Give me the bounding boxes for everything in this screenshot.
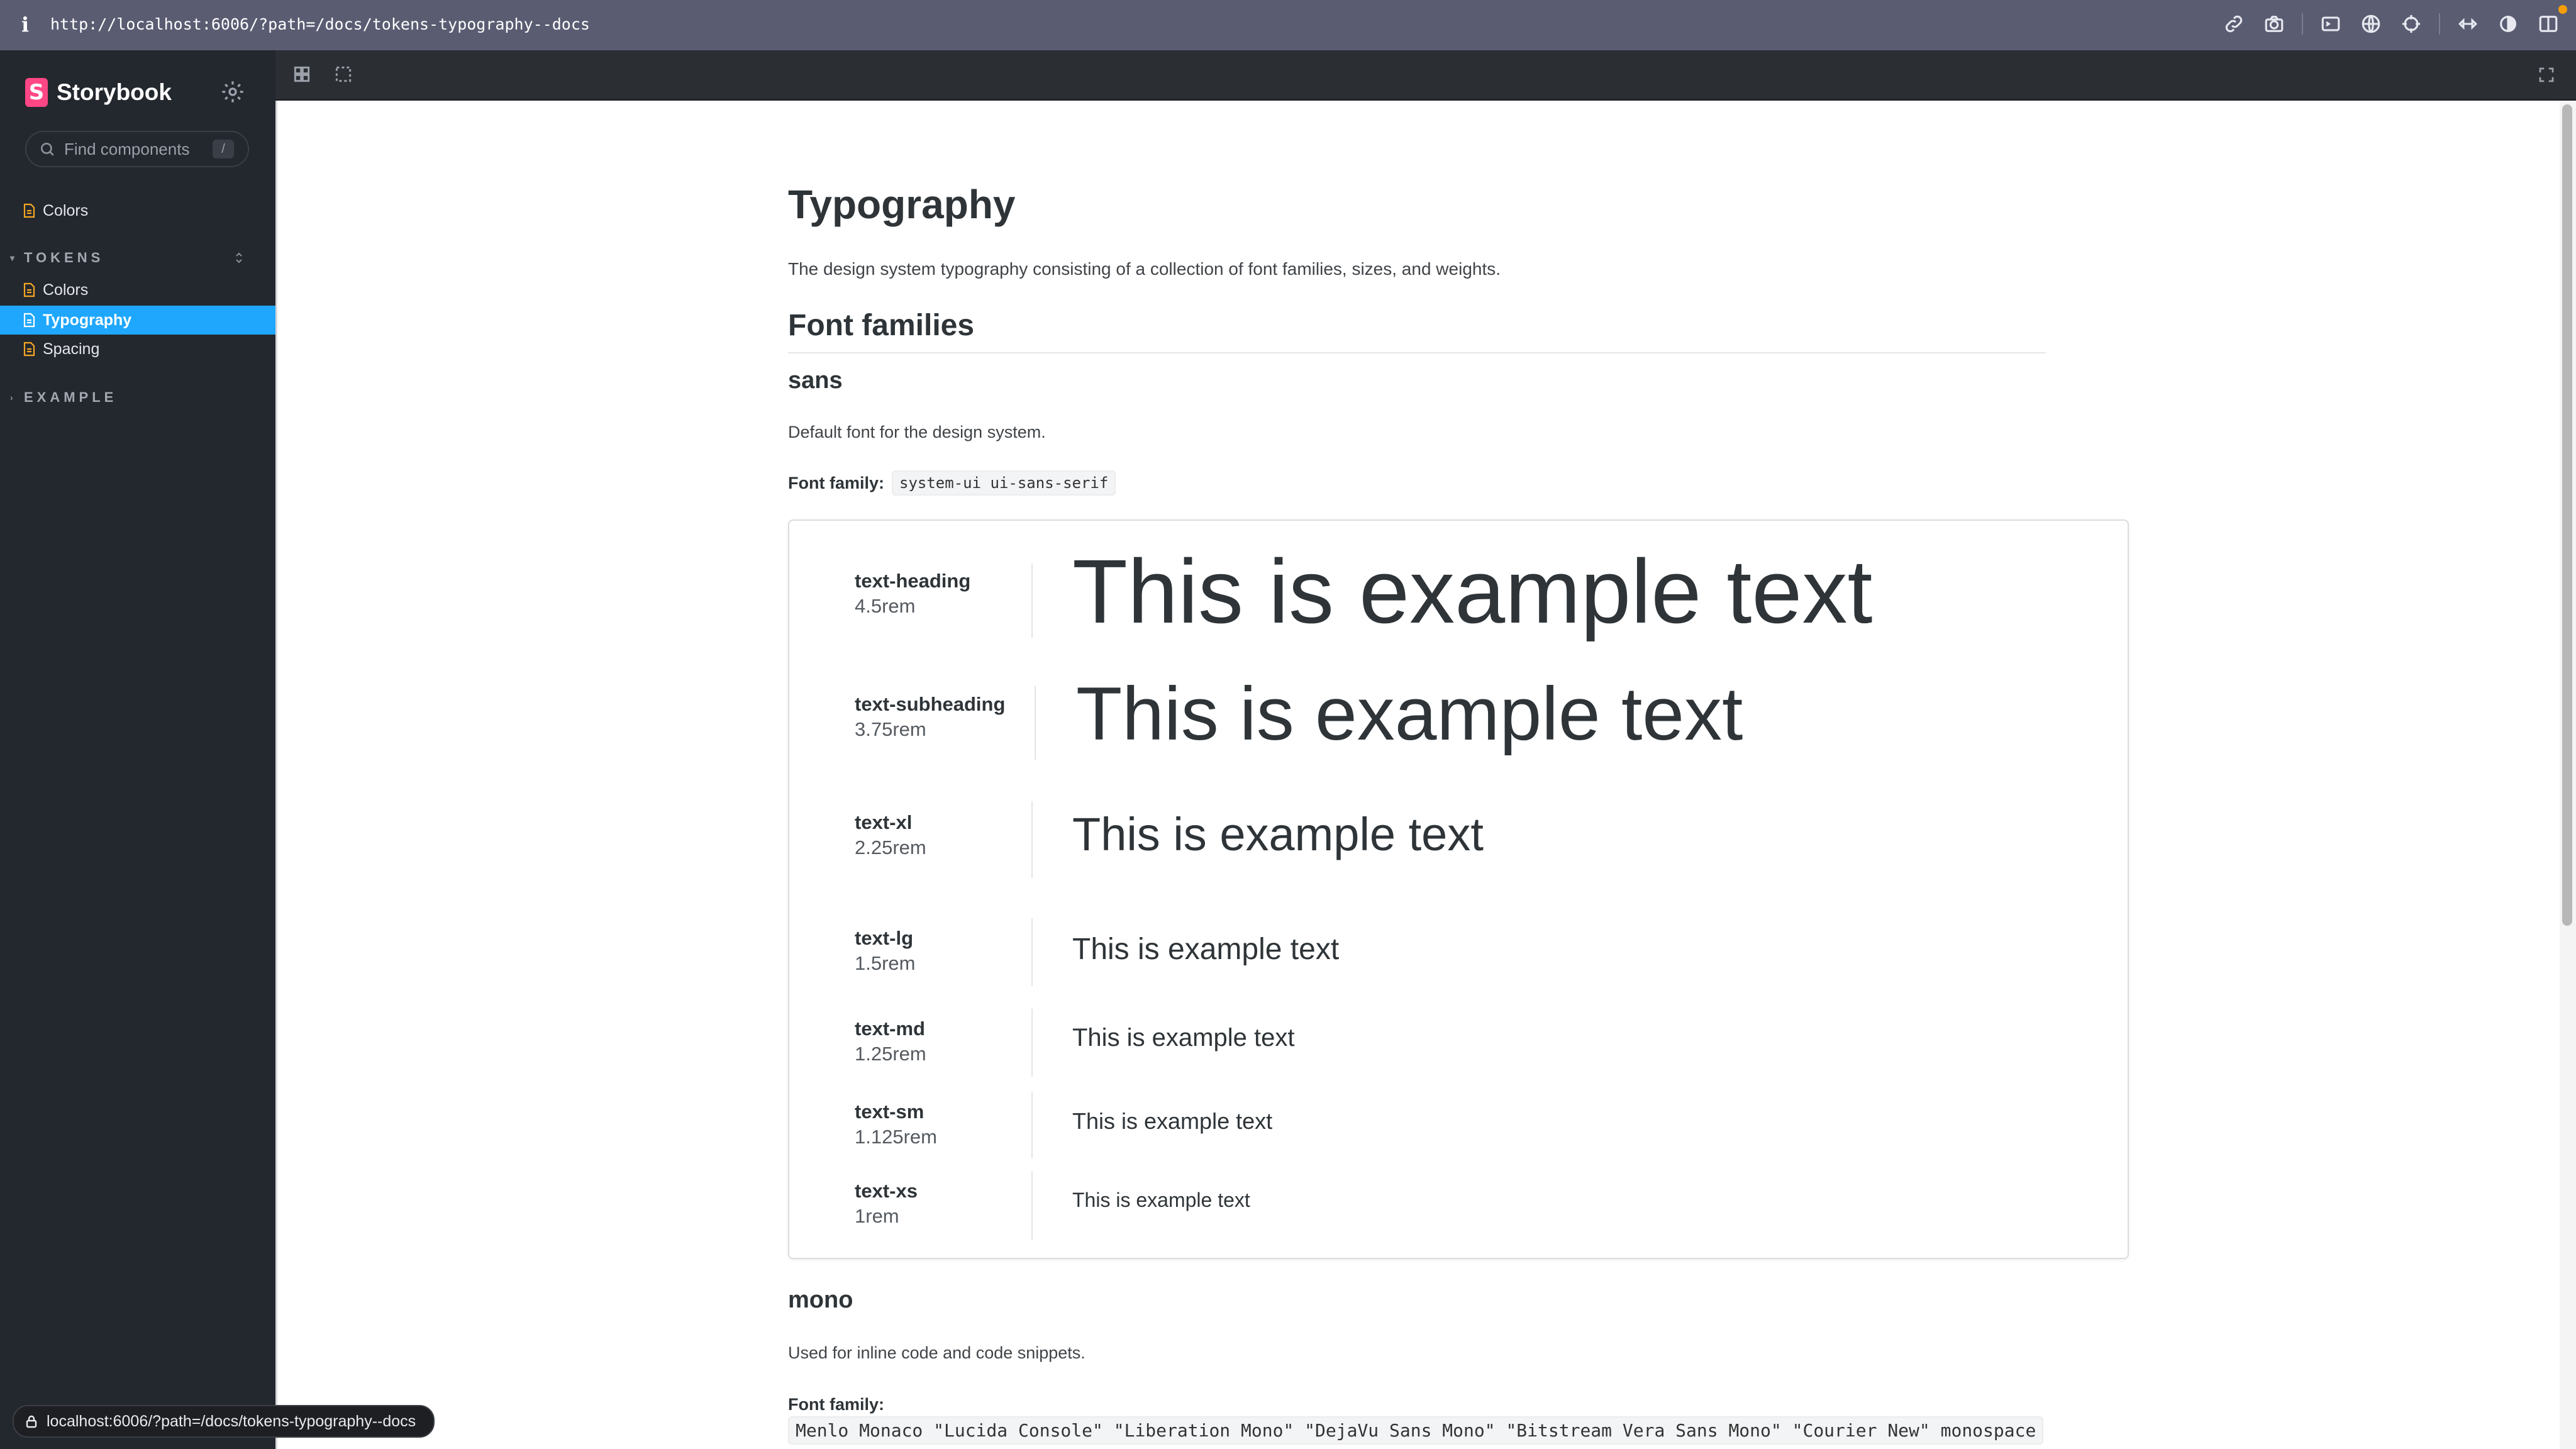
- page-intro: The design system typography consisting …: [788, 259, 1501, 279]
- token-size: 3.75rem: [855, 718, 926, 740]
- expand-icon[interactable]: [2455, 11, 2480, 36]
- font-family-code-mono: Menlo Monaco "Lucida Console" "Liberatio…: [788, 1416, 2044, 1445]
- sidebar-group-label: EXAMPLE: [24, 389, 118, 405]
- sample-text: This is example text: [1076, 672, 1743, 756]
- font-family-row-sans: Font family: system-ui ui-sans-serif: [788, 470, 1116, 496]
- token-name: text-xl: [855, 811, 913, 833]
- token-name: text-sm: [855, 1101, 924, 1123]
- brand-name: Storybook: [57, 79, 172, 105]
- crosshair-icon[interactable]: [2399, 11, 2424, 36]
- camera-icon[interactable]: [2262, 11, 2287, 36]
- link-preview-url: localhost:6006/?path=/docs/tokens-typogr…: [47, 1412, 416, 1430]
- token-name: text-xs: [855, 1180, 918, 1202]
- sample-text: This is example text: [1072, 1024, 1295, 1052]
- sidebar-item-typography[interactable]: Typography: [0, 306, 275, 335]
- token-name: text-lg: [855, 927, 913, 949]
- row-divider: [1031, 801, 1033, 878]
- sidebar-group-tokens[interactable]: ▾ TOKENS: [0, 245, 275, 270]
- sample-text: This is example text: [1072, 541, 1873, 642]
- info-icon[interactable]: i: [21, 13, 29, 36]
- document-icon: [23, 203, 35, 218]
- sidebar: S Storybook / Colors ▾ TOKENS Colors Typ…: [0, 50, 275, 1449]
- document-icon: [23, 341, 35, 357]
- row-divider: [1031, 564, 1033, 638]
- font-family-label: Font family:: [788, 473, 884, 492]
- collapse-all-icon[interactable]: [233, 250, 245, 265]
- token-size: 1.25rem: [855, 1043, 926, 1065]
- token-size: 1.125rem: [855, 1126, 937, 1148]
- fullscreen-icon[interactable]: [2537, 65, 2556, 84]
- settings-gear-icon[interactable]: [220, 79, 245, 104]
- type-scale-panel: text-heading 4.5rem This is example text…: [788, 519, 2129, 1259]
- row-divider: [1035, 686, 1036, 760]
- lock-icon: [25, 1414, 38, 1428]
- link-icon[interactable]: [2221, 11, 2246, 36]
- font-heading-sans: sans: [788, 367, 843, 394]
- section-heading-font-families: Font families: [788, 309, 975, 342]
- search-icon: [39, 141, 55, 157]
- contrast-icon[interactable]: [2496, 11, 2521, 36]
- sidebar-item-label: Colors: [43, 201, 89, 219]
- token-name: text-md: [855, 1018, 925, 1040]
- sidebar-group-label: TOKENS: [24, 250, 104, 265]
- toolbar-divider: [2302, 13, 2303, 35]
- font-description-sans: Default font for the design system.: [788, 423, 1046, 441]
- terminal-icon[interactable]: [2318, 11, 2343, 36]
- outline-icon[interactable]: [333, 64, 355, 86]
- font-family-code-sans: system-ui ui-sans-serif: [892, 470, 1116, 496]
- sidebar-group-example[interactable]: › EXAMPLE: [0, 385, 275, 410]
- sidebar-item-colors[interactable]: Colors: [0, 275, 275, 304]
- sidebar-item-colors-top[interactable]: Colors: [0, 196, 275, 225]
- sample-text: This is example text: [1072, 808, 1484, 860]
- font-family-row-mono: Menlo Monaco "Lucida Console" "Liberatio…: [788, 1416, 2044, 1445]
- globe-icon[interactable]: [2358, 11, 2384, 36]
- sample-text: This is example text: [1072, 933, 1340, 966]
- token-name: text-heading: [855, 570, 971, 592]
- search-shortcut-badge: /: [213, 140, 234, 158]
- toolbar-divider: [2439, 13, 2440, 35]
- chevron-right-icon: ›: [10, 392, 17, 402]
- row-divider: [1031, 1092, 1033, 1158]
- sidebar-item-label: Typography: [43, 311, 132, 329]
- storybook-logo[interactable]: S Storybook: [25, 78, 172, 107]
- address-url[interactable]: http://localhost:6006/?path=/docs/tokens…: [50, 15, 590, 33]
- browser-toolbar-icons: [2221, 5, 2567, 36]
- token-name: text-subheading: [855, 693, 1006, 715]
- document-icon: [23, 282, 35, 297]
- link-preview-tooltip: localhost:6006/?path=/docs/tokens-typogr…: [13, 1405, 435, 1438]
- token-size: 4.5rem: [855, 595, 916, 617]
- token-size: 1.5rem: [855, 952, 916, 974]
- scrollbar-thumb[interactable]: [2562, 104, 2572, 926]
- storybook-logo-icon: S: [25, 78, 48, 107]
- search-input[interactable]: [63, 138, 204, 160]
- row-divider: [1031, 918, 1033, 986]
- notification-dot: [2558, 5, 2567, 14]
- sidebar-icon[interactable]: [2536, 5, 2567, 36]
- font-family-label: Font family:: [788, 1395, 884, 1414]
- document-icon: [23, 313, 35, 328]
- token-size: 2.25rem: [855, 836, 926, 858]
- row-divider: [1031, 1009, 1033, 1077]
- browser-address-bar: i http://localhost:6006/?path=/docs/toke…: [0, 0, 2576, 50]
- row-divider: [1031, 1171, 1033, 1240]
- sidebar-item-label: Colors: [43, 280, 89, 299]
- token-size: 1rem: [855, 1205, 899, 1227]
- chevron-down-icon: ▾: [10, 252, 19, 263]
- font-heading-mono: mono: [788, 1287, 853, 1313]
- sample-text: This is example text: [1072, 1189, 1250, 1211]
- sidebar-item-label: Spacing: [43, 340, 100, 358]
- search-field[interactable]: /: [25, 131, 249, 167]
- sample-text: This is example text: [1072, 1108, 1273, 1134]
- section-divider: [788, 352, 2046, 353]
- canvas-toolbar: [275, 50, 2576, 101]
- grid-icon[interactable]: [292, 64, 313, 86]
- page-title: Typography: [788, 182, 1016, 227]
- font-description-mono: Used for inline code and code snippets.: [788, 1343, 1085, 1362]
- sidebar-item-spacing[interactable]: Spacing: [0, 335, 275, 364]
